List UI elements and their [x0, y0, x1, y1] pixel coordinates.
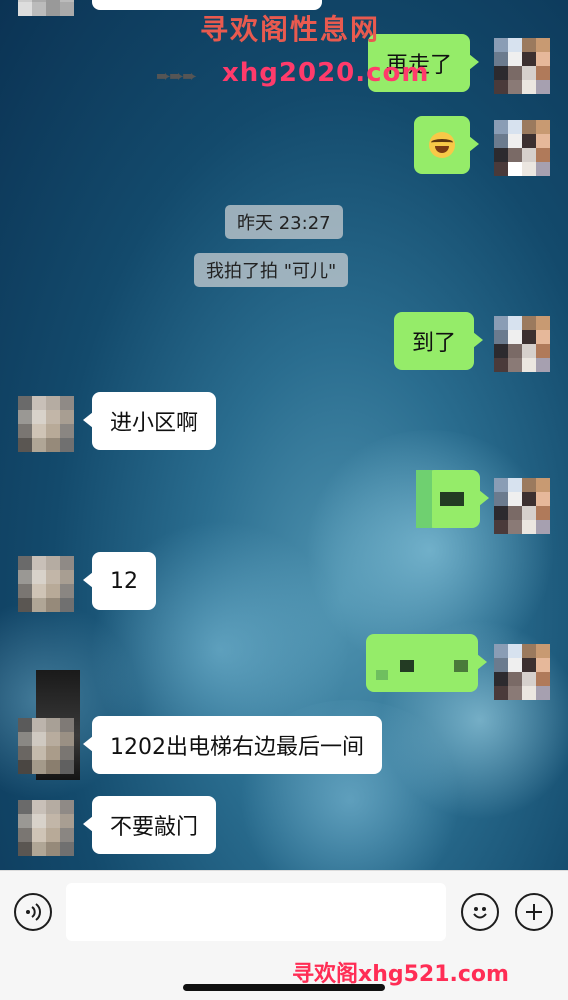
chat-area: 再走了 昨天 23:27 我拍了拍 "可儿" 到了 进小区啊 12 1202出电… [0, 0, 568, 870]
plus-icon[interactable] [515, 893, 553, 931]
message-input[interactable] [66, 883, 446, 941]
contact-avatar[interactable] [18, 556, 74, 612]
watermark-title: 寻欢阁性息网 [200, 13, 381, 46]
contact-avatar[interactable] [18, 800, 74, 856]
contact-avatar[interactable] [18, 396, 74, 452]
message-bubble-received[interactable]: 进小区啊 [82, 392, 217, 450]
timestamp-label: 昨天 23:27 [225, 205, 343, 239]
watermark-arrow: ➨➨➨ [156, 66, 197, 87]
message-bubble-received[interactable]: 不要敲门 [82, 796, 217, 854]
message-bubble-sent[interactable] [414, 116, 479, 174]
censor-block [454, 660, 468, 672]
voice-icon[interactable] [14, 893, 52, 931]
my-avatar[interactable] [494, 644, 550, 700]
message-bubble-sent[interactable]: 到了 [394, 312, 484, 370]
censor-block [440, 492, 464, 506]
my-avatar[interactable] [494, 316, 550, 372]
censor-block [400, 660, 414, 672]
pat-notice: 我拍了拍 "可儿" [194, 253, 349, 287]
emoji-icon[interactable] [461, 893, 499, 931]
censored-message-bubble[interactable] [426, 470, 489, 528]
censored-message-bubble[interactable] [366, 634, 487, 692]
watermark-url: xhg2020.com [222, 58, 430, 88]
my-avatar[interactable] [494, 478, 550, 534]
message-bubble-received[interactable]: 12 [83, 552, 156, 610]
avatar [18, 0, 74, 16]
my-avatar[interactable] [494, 38, 550, 94]
censor-block [376, 670, 388, 680]
censor-mosaic [416, 470, 432, 528]
watermark-bottom: 寻欢阁xhg521.com [292, 962, 509, 987]
contact-avatar[interactable] [18, 718, 74, 774]
my-avatar[interactable] [494, 120, 550, 176]
laughing-emoji-icon [429, 132, 455, 158]
message-bubble-received[interactable]: 1202出电梯右边最后一间 [83, 716, 382, 774]
